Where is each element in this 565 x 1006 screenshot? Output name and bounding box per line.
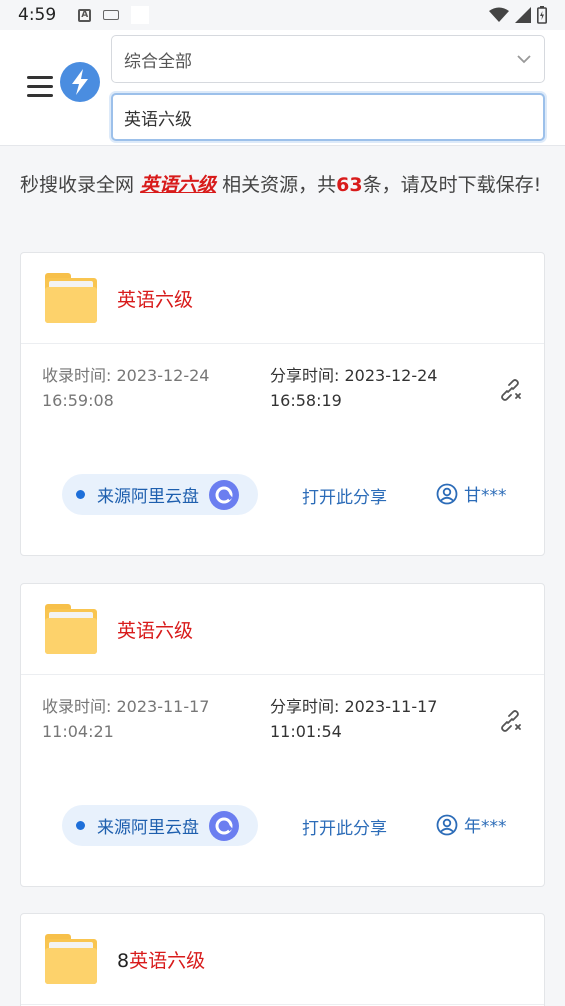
sharer-user[interactable]: 年*** <box>436 812 507 837</box>
signal-icon <box>515 7 531 23</box>
result-card-body: 收录时间: 2023-11-17 11:04:21 分享时间: 2023-11-… <box>21 675 544 886</box>
open-share-link[interactable]: 打开此分享 <box>302 814 387 839</box>
result-card-header[interactable]: 英语六级 <box>21 584 544 675</box>
category-select-value: 综合全部 <box>124 51 192 72</box>
status-notification-icons: A <box>78 6 150 24</box>
link-broken-icon[interactable] <box>498 378 522 402</box>
summary-keyword[interactable]: 英语六级 <box>140 174 216 196</box>
share-time: 分享时间: 2023-11-17 11:01:54 <box>270 697 438 741</box>
sharer-user[interactable]: 甘*** <box>436 481 507 506</box>
folder-icon <box>45 604 97 654</box>
wifi-icon <box>489 7 509 22</box>
lightning-logo-icon[interactable] <box>60 62 100 102</box>
result-summary: 秒搜收录全网 英语六级 相关资源，共63条，请及时下载保存! <box>20 170 550 200</box>
menu-icon[interactable] <box>27 76 53 98</box>
summary-count: 63 <box>336 174 363 196</box>
battery-icon <box>537 6 547 24</box>
collect-time: 收录时间: 2023-12-24 16:59:08 <box>42 366 210 410</box>
summary-prefix: 秒搜收录全网 <box>20 174 141 196</box>
status-system-icons <box>489 6 547 24</box>
a-notification-icon: A <box>78 8 92 22</box>
result-card: 8英语六级 <box>20 913 545 1006</box>
result-title-prefix: 8 <box>117 949 130 972</box>
link-broken-icon[interactable] <box>498 709 522 733</box>
open-share-link[interactable]: 打开此分享 <box>302 483 387 508</box>
result-card: 英语六级 收录时间: 2023-11-17 11:04:21 分享时间: 202… <box>20 583 545 887</box>
result-title[interactable]: 英语六级 <box>117 616 193 643</box>
dot-icon <box>76 821 85 830</box>
share-time: 分享时间: 2023-12-24 16:58:19 <box>270 366 438 410</box>
result-title[interactable]: 英语六级 <box>117 285 193 312</box>
category-select[interactable]: 综合全部 <box>111 35 545 83</box>
result-card-header[interactable]: 英语六级 <box>21 253 544 344</box>
summary-suffix: 条，请及时下载保存! <box>362 174 542 196</box>
dot-icon <box>76 490 85 499</box>
app-header: 综合全部 <box>0 30 565 146</box>
collect-time: 收录时间: 2023-11-17 11:04:21 <box>42 697 210 741</box>
summary-middle: 相关资源，共 <box>216 174 337 196</box>
result-title[interactable]: 8英语六级 <box>117 946 205 973</box>
source-aliyun-button[interactable]: 来源阿里云盘 <box>62 805 258 846</box>
status-time: 4:59 <box>18 5 57 25</box>
aliyun-drive-icon <box>209 479 239 510</box>
sharer-name: 年*** <box>464 817 507 837</box>
result-card-body: 收录时间: 2023-12-24 16:59:08 分享时间: 2023-12-… <box>21 344 544 555</box>
chevron-down-icon <box>517 55 531 64</box>
source-label: 来源阿里云盘 <box>97 487 199 507</box>
source-aliyun-button[interactable]: 来源阿里云盘 <box>62 474 258 515</box>
user-icon <box>436 483 458 504</box>
result-card-header[interactable]: 8英语六级 <box>21 914 544 1005</box>
blank-notification-icon <box>131 6 150 24</box>
folder-icon <box>45 934 97 984</box>
user-icon <box>436 814 458 835</box>
result-card: 英语六级 收录时间: 2023-12-24 16:59:08 分享时间: 202… <box>20 252 545 556</box>
result-title-keyword: 英语六级 <box>129 949 206 972</box>
aliyun-drive-icon <box>209 810 239 841</box>
folder-icon <box>45 273 97 323</box>
search-input[interactable] <box>111 93 545 141</box>
source-label: 来源阿里云盘 <box>97 818 199 838</box>
status-bar: 4:59 A <box>0 0 565 30</box>
sharer-name: 甘*** <box>464 486 507 506</box>
keyboard-icon <box>103 10 120 20</box>
